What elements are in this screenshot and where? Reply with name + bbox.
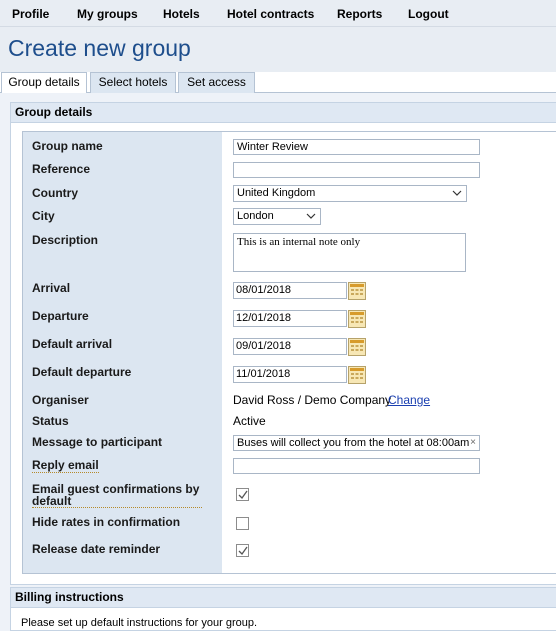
city-select[interactable]: London [233,208,321,225]
release-reminder-label: Release date reminder [32,542,161,556]
hide-rates-checkbox[interactable] [236,517,249,530]
change-organiser-link[interactable]: Change [388,393,430,407]
default-departure-date-input[interactable]: 11/01/2018 [233,366,347,383]
reference-input[interactable] [233,162,480,178]
tab-select-hotels[interactable]: Select hotels [90,72,176,93]
reply-email-label: Reply email [32,458,99,473]
reference-label: Reference [32,162,91,176]
message-input-value: Buses will collect you from the hotel at… [237,437,470,449]
organiser-label: Organiser [32,393,89,407]
status-label: Status [32,414,69,428]
reply-email-input[interactable] [233,458,480,474]
organiser-value: David Ross / Demo Company [233,393,392,407]
chevron-down-icon [306,213,316,219]
arrival-label: Arrival [32,281,71,295]
checkmark-icon [238,490,248,500]
calendar-icon[interactable] [348,310,366,328]
group-name-input[interactable]: Winter Review [233,139,480,155]
calendar-icon[interactable] [348,366,366,384]
description-label: Description [32,233,99,247]
arrival-date-input[interactable]: 08/01/2018 [233,282,347,299]
clear-icon[interactable]: × [470,436,476,450]
checkmark-icon [238,546,248,556]
nav-hotels[interactable]: Hotels [163,7,200,21]
country-select-value: United Kingdom [237,187,316,199]
group-name-label: Group name [32,139,103,153]
status-value: Active [233,414,266,428]
nav-hotel-contracts[interactable]: Hotel contracts [227,7,314,21]
nav-reports[interactable]: Reports [337,7,382,21]
email-confirmations-label: Email guest confirmations by default [32,483,202,508]
message-label: Message to participant [32,435,163,449]
nav-profile[interactable]: Profile [12,7,49,21]
calendar-icon[interactable] [348,338,366,356]
nav-logout[interactable]: Logout [408,7,449,21]
city-label: City [32,209,55,223]
billing-instructions-text: Please set up default instructions for y… [21,617,258,629]
default-departure-label: Default departure [32,365,132,379]
departure-date-input[interactable]: 12/01/2018 [233,310,347,327]
calendar-icon[interactable] [348,282,366,300]
tab-group-details[interactable]: Group details [1,72,87,94]
chevron-down-icon [452,190,462,196]
nav-my-groups[interactable]: My groups [77,7,138,21]
default-arrival-date-input[interactable]: 09/01/2018 [233,338,347,355]
default-arrival-label: Default arrival [32,337,113,351]
hide-rates-label: Hide rates in confirmation [32,515,181,529]
message-input[interactable]: Buses will collect you from the hotel at… [233,435,480,451]
release-reminder-checkbox[interactable] [236,544,249,557]
country-select[interactable]: United Kingdom [233,185,467,202]
departure-label: Departure [32,309,89,323]
top-navigation: Profile My groups Hotels Hotel contracts… [0,0,556,27]
email-confirmations-checkbox[interactable] [236,488,249,501]
section-header-billing: Billing instructions [11,588,556,608]
tab-set-access[interactable]: Set access [178,72,255,93]
city-select-value: London [237,210,274,222]
country-label: Country [32,186,78,200]
section-header-group-details: Group details [11,103,556,123]
page-title: Create new group [8,35,191,61]
description-textarea[interactable]: This is an internal note only [233,233,466,272]
